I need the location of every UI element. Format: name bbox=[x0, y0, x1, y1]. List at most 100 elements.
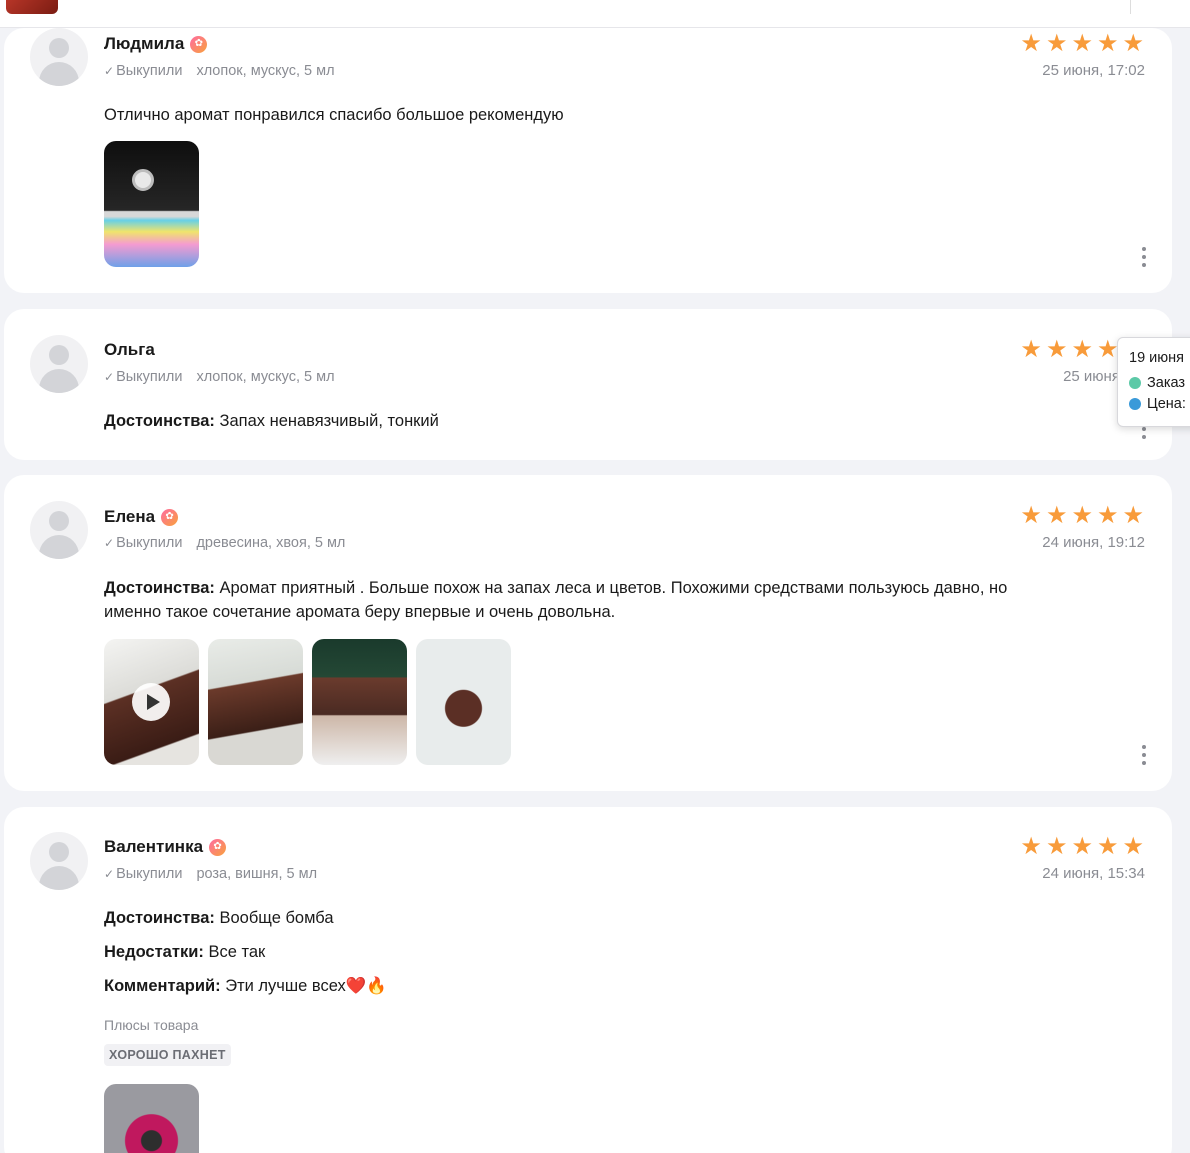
product-thumbnail[interactable] bbox=[6, 0, 58, 14]
review-meta: ✓ Выкупили роза, вишня, 5 мл bbox=[104, 866, 317, 882]
cons-text: Все так bbox=[208, 943, 266, 961]
reviewer-name: Людмила ✿ bbox=[104, 34, 208, 54]
star-icon: ★ bbox=[1045, 833, 1068, 860]
review-card: Ольга ✓ Выкупили хлопок, мускус, 5 мл ★ ★ ★… bbox=[4, 309, 1172, 460]
review-pros: Достоинства: Вообще бомба bbox=[104, 906, 334, 930]
star-icon: ★ bbox=[1071, 30, 1093, 57]
review-video[interactable] bbox=[104, 639, 199, 765]
pros-text: Запах ненавязчивый, тонкий bbox=[219, 412, 439, 430]
star-icon: ★ bbox=[1122, 30, 1144, 57]
review-pros: Достоинства: Аромат приятный . Больше по… bbox=[104, 576, 1007, 624]
chart-tooltip: 19 июня Заказ Цена: bbox=[1117, 337, 1190, 427]
avatar bbox=[30, 335, 88, 393]
pluses-tag: ХОРОШО ПАХНЕТ bbox=[104, 1044, 231, 1066]
reviewer-name: Ольга bbox=[104, 340, 155, 360]
variant: древесина, хвоя, 5 мл bbox=[196, 535, 346, 551]
star-icon: ★ bbox=[1122, 833, 1144, 860]
cons-label: Недостатки: bbox=[104, 943, 204, 961]
review-date: 25 июня, 17:02 bbox=[1042, 62, 1145, 79]
verified-purchase: ✓ Выкупили bbox=[104, 63, 183, 79]
review-meta: ✓ Выкупили хлопок, мускус, 5 мл bbox=[104, 369, 335, 385]
star-icon: ★ bbox=[1020, 336, 1042, 363]
review-photos bbox=[104, 639, 511, 765]
rating-stars: ★★★★★ bbox=[1020, 835, 1144, 859]
pros-label: Достоинства: bbox=[104, 412, 215, 430]
reviewer-name-text: Елена bbox=[104, 507, 156, 526]
review-photos bbox=[104, 1084, 199, 1153]
premium-badge-icon: ✿ bbox=[190, 35, 208, 53]
review-comment: Комментарий: Эти лучше всех❤️🔥 bbox=[104, 974, 387, 998]
star-icon: ★ bbox=[1045, 30, 1068, 57]
premium-badge-icon: ✿ bbox=[209, 838, 227, 856]
premium-badge-icon: ✿ bbox=[161, 508, 179, 526]
star-icon: ★ bbox=[1045, 502, 1068, 529]
star-icon: ★ bbox=[1122, 502, 1144, 529]
star-icon: ★ bbox=[1020, 30, 1042, 57]
pros-text: Вообще бомба bbox=[219, 909, 334, 927]
top-bar bbox=[0, 0, 1190, 28]
review-photo[interactable] bbox=[416, 639, 511, 765]
reviewer-name-text: Валентинка bbox=[104, 837, 204, 856]
avatar bbox=[30, 28, 88, 86]
reviewer-name: Валентинка ✿ bbox=[104, 837, 227, 857]
review-pros: Достоинства: Запах ненавязчивый, тонкий bbox=[104, 409, 439, 433]
review-card: Елена ✿ ✓ Выкупили древесина, хвоя, 5 мл … bbox=[4, 475, 1172, 791]
star-icon: ★ bbox=[1020, 833, 1042, 860]
legend-dot-icon bbox=[1129, 398, 1141, 410]
more-options-icon[interactable] bbox=[1142, 247, 1146, 267]
pros-label: Достоинства: bbox=[104, 579, 215, 597]
pros-text-line2: именно такое сочетание аромата беру впер… bbox=[104, 603, 616, 621]
star-icon: ★ bbox=[1045, 336, 1068, 363]
verified-purchase: ✓ Выкупили bbox=[104, 866, 183, 882]
review-photo[interactable] bbox=[312, 639, 407, 765]
comment-label: Комментарий: bbox=[104, 977, 221, 995]
review-photo[interactable] bbox=[104, 141, 199, 267]
legend-dot-icon bbox=[1129, 377, 1141, 389]
star-icon: ★ bbox=[1071, 336, 1093, 363]
rating-stars: ★★★★★ bbox=[1020, 32, 1144, 56]
star-icon: ★ bbox=[1096, 336, 1119, 363]
star-icon: ★ bbox=[1071, 502, 1093, 529]
review-date: 24 июня, 15:34 bbox=[1042, 865, 1145, 882]
review-meta: ✓ Выкупили хлопок, мускус, 5 мл bbox=[104, 63, 335, 79]
variant: роза, вишня, 5 мл bbox=[196, 866, 318, 882]
review-photo[interactable] bbox=[208, 639, 303, 765]
star-icon: ★ bbox=[1071, 833, 1093, 860]
tooltip-row-price: Цена: bbox=[1129, 396, 1186, 412]
tooltip-row-orders: Заказ bbox=[1129, 375, 1185, 391]
pluses-title: Плюсы товара bbox=[104, 1017, 199, 1033]
reviewer-name-text: Людмила bbox=[104, 34, 185, 53]
review-card: Людмила ✿ ✓ Выкупили хлопок, мускус, 5 мл… bbox=[4, 28, 1172, 293]
star-icon: ★ bbox=[1020, 502, 1042, 529]
star-icon: ★ bbox=[1096, 833, 1119, 860]
check-icon: ✓ bbox=[104, 64, 115, 78]
comment-text: Эти лучше всех❤️🔥 bbox=[225, 977, 387, 995]
review-photo[interactable] bbox=[104, 1084, 199, 1153]
check-icon: ✓ bbox=[104, 536, 115, 550]
variant: хлопок, мускус, 5 мл bbox=[196, 369, 335, 385]
check-icon: ✓ bbox=[104, 867, 115, 881]
check-icon: ✓ bbox=[104, 370, 115, 384]
avatar bbox=[30, 832, 88, 890]
verified-purchase: ✓ Выкупили bbox=[104, 369, 183, 385]
review-meta: ✓ Выкупили древесина, хвоя, 5 мл bbox=[104, 535, 345, 551]
play-icon[interactable] bbox=[132, 683, 170, 721]
more-options-icon[interactable] bbox=[1142, 745, 1146, 765]
review-cons: Недостатки: Все так bbox=[104, 940, 265, 964]
review-date: 24 июня, 19:12 bbox=[1042, 534, 1145, 551]
review-card: Валентинка ✿ ✓ Выкупили роза, вишня, 5 мл… bbox=[4, 807, 1172, 1153]
review-text: Отлично аромат понравился спасибо большо… bbox=[104, 106, 564, 124]
verified-purchase: ✓ Выкупили bbox=[104, 535, 183, 551]
divider bbox=[1130, 0, 1131, 14]
rating-stars: ★★★★★ bbox=[1020, 504, 1144, 528]
reviewer-name: Елена ✿ bbox=[104, 507, 179, 527]
avatar bbox=[30, 501, 88, 559]
star-icon: ★ bbox=[1096, 502, 1119, 529]
reviewer-name-text: Ольга bbox=[104, 340, 155, 359]
review-photos bbox=[104, 141, 199, 267]
pros-label: Достоинства: bbox=[104, 909, 215, 927]
variant: хлопок, мускус, 5 мл bbox=[196, 63, 335, 79]
tooltip-date: 19 июня bbox=[1129, 350, 1184, 366]
pros-text: Аромат приятный . Больше похож на запах … bbox=[219, 579, 1008, 597]
star-icon: ★ bbox=[1096, 30, 1119, 57]
